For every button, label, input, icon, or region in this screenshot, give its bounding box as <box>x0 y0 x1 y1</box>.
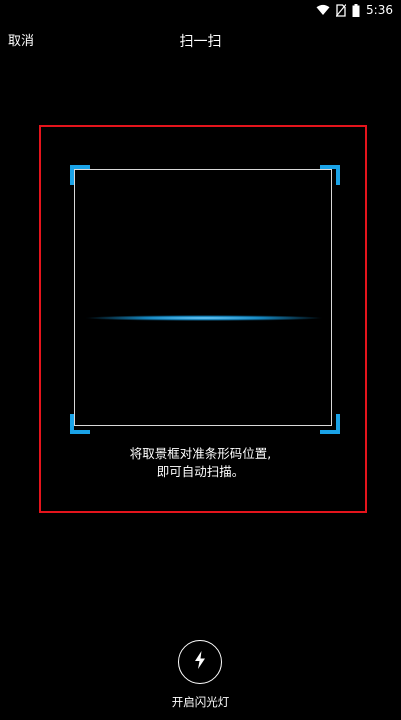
status-icons: 5:36 <box>316 2 393 18</box>
no-sim-icon <box>336 3 347 17</box>
status-bar: 5:36 <box>0 0 401 20</box>
status-time: 5:36 <box>366 3 393 17</box>
scan-corner-top-left <box>70 165 90 185</box>
scan-corner-top-right <box>320 165 340 185</box>
scan-corner-bottom-right <box>320 414 340 434</box>
scan-frame <box>74 169 332 426</box>
battery-icon <box>352 3 360 17</box>
scan-hint-line2: 即可自动扫描。 <box>156 464 245 479</box>
scan-corner-bottom-left <box>70 414 90 434</box>
flashlight-label: 开启闪光灯 <box>171 695 230 709</box>
wifi-icon <box>316 4 330 16</box>
page-title: 扫一扫 <box>179 34 222 50</box>
toolbar: 取消 扫一扫 <box>0 20 401 64</box>
scan-line <box>84 315 324 321</box>
scan-hint-line1: 将取景框对准条形码位置, <box>129 446 272 461</box>
flashlight-button[interactable] <box>178 640 222 684</box>
lightning-bolt-icon <box>194 651 206 673</box>
